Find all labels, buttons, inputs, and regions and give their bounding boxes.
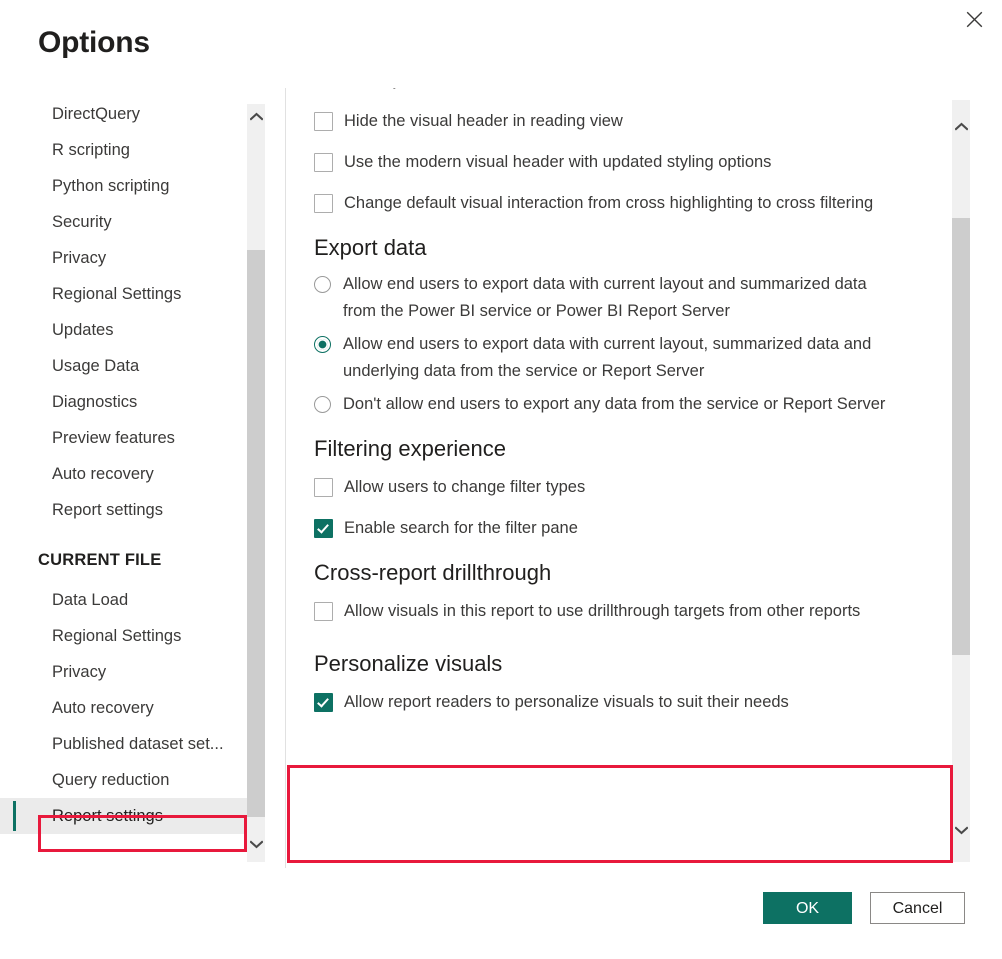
checkbox-unchecked-icon[interactable] — [314, 478, 333, 497]
sidebar-scrollbar[interactable] — [247, 104, 265, 862]
sidebar-group-current-file: CURRENT FILE — [0, 542, 247, 578]
checkbox-unchecked-icon[interactable] — [314, 112, 333, 131]
option-change-filter-types[interactable]: Allow users to change filter types — [314, 474, 952, 501]
option-export-disallow[interactable]: Don't allow end users to export any data… — [314, 391, 952, 418]
sidebar-nav-list: DirectQuery R scripting Python scripting… — [0, 96, 247, 834]
settings-content-inner: Visual options Hide the visual header in… — [286, 88, 952, 716]
section-title-personalize-visuals: Personalize visuals — [314, 625, 952, 681]
option-label: Allow end users to export data with curr… — [343, 331, 903, 385]
option-label: Allow visuals in this report to use dril… — [344, 598, 860, 625]
option-enable-filter-search[interactable]: Enable search for the filter pane — [314, 515, 952, 542]
chevron-down-icon — [250, 840, 263, 849]
section-title-visual-options: Visual options — [314, 88, 952, 94]
chevron-up-icon — [955, 122, 968, 131]
option-label: Allow end users to export data with curr… — [343, 271, 903, 325]
section-title-export-data: Export data — [314, 217, 952, 265]
sidebar-item-label: DirectQuery — [52, 105, 140, 123]
sidebar-item-privacy[interactable]: Privacy — [0, 240, 247, 276]
sidebar-item-cf-auto-recovery[interactable]: Auto recovery — [0, 690, 247, 726]
radio-unchecked-icon[interactable] — [314, 396, 331, 413]
sidebar-item-label: Auto recovery — [52, 699, 154, 717]
sidebar-item-label: Updates — [52, 321, 113, 339]
close-button[interactable] — [952, 2, 996, 36]
sidebar-item-regional-settings[interactable]: Regional Settings — [0, 276, 247, 312]
sidebar-item-label: Report settings — [52, 807, 163, 825]
option-label: Use the modern visual header with update… — [344, 149, 771, 176]
option-export-summarized-and-underlying[interactable]: Allow end users to export data with curr… — [314, 331, 952, 385]
radio-unchecked-icon[interactable] — [314, 276, 331, 293]
sidebar-item-label: Usage Data — [52, 357, 139, 375]
sidebar-scroll-thumb[interactable] — [247, 250, 265, 817]
option-allow-personalize-visuals[interactable]: Allow report readers to personalize visu… — [314, 689, 952, 716]
option-export-summarized[interactable]: Allow end users to export data with curr… — [314, 271, 952, 325]
chevron-up-icon — [250, 112, 263, 121]
section-title-filtering-experience: Filtering experience — [314, 418, 952, 466]
checkbox-checked-icon[interactable] — [314, 693, 333, 712]
sidebar-item-label: Diagnostics — [52, 393, 137, 411]
page-title: Options — [38, 24, 150, 62]
sidebar-item-label: Data Load — [52, 591, 128, 609]
sidebar-item-label: Regional Settings — [52, 285, 181, 303]
option-label: Hide the visual header in reading view — [344, 108, 623, 135]
option-label: Allow report readers to personalize visu… — [344, 689, 789, 716]
option-allow-drillthrough-targets[interactable]: Allow visuals in this report to use dril… — [314, 598, 952, 625]
sidebar: DirectQuery R scripting Python scripting… — [0, 96, 247, 886]
option-change-default-interaction[interactable]: Change default visual interaction from c… — [314, 190, 952, 217]
content-scroll-down-button[interactable] — [952, 818, 970, 842]
option-hide-visual-header[interactable]: Hide the visual header in reading view — [314, 108, 952, 135]
sidebar-item-updates[interactable]: Updates — [0, 312, 247, 348]
option-label: Allow users to change filter types — [344, 474, 585, 501]
sidebar-item-label: Regional Settings — [52, 627, 181, 645]
radio-checked-icon[interactable] — [314, 336, 331, 353]
sidebar-item-label: R scripting — [52, 141, 130, 159]
sidebar-item-cf-report-settings[interactable]: Report settings — [0, 798, 247, 834]
ok-button[interactable]: OK — [763, 892, 852, 924]
sidebar-item-label: Security — [52, 213, 112, 231]
content-scroll-thumb[interactable] — [952, 218, 970, 655]
sidebar-item-diagnostics[interactable]: Diagnostics — [0, 384, 247, 420]
sidebar-scroll-down-button[interactable] — [247, 832, 265, 856]
sidebar-item-label: Query reduction — [52, 771, 169, 789]
cancel-button[interactable]: Cancel — [870, 892, 965, 924]
content-scroll-up-button[interactable] — [952, 114, 970, 138]
sidebar-scroll-up-button[interactable] — [247, 104, 265, 128]
sidebar-item-label: Privacy — [52, 663, 106, 681]
sidebar-item-label: Python scripting — [52, 177, 169, 195]
sidebar-item-label: Preview features — [52, 429, 175, 447]
dialog-footer: OK Cancel — [0, 873, 1002, 959]
sidebar-item-cf-privacy[interactable]: Privacy — [0, 654, 247, 690]
sidebar-item-auto-recovery[interactable]: Auto recovery — [0, 456, 247, 492]
option-modern-visual-header[interactable]: Use the modern visual header with update… — [314, 149, 952, 176]
option-label: Don't allow end users to export any data… — [343, 391, 885, 418]
checkbox-unchecked-icon[interactable] — [314, 194, 333, 213]
sidebar-item-r-scripting[interactable]: R scripting — [0, 132, 247, 168]
option-label: Change default visual interaction from c… — [344, 190, 873, 217]
content-scrollbar[interactable] — [952, 100, 970, 862]
sidebar-item-cf-regional-settings[interactable]: Regional Settings — [0, 618, 247, 654]
sidebar-item-directquery[interactable]: DirectQuery — [0, 96, 247, 132]
sidebar-item-usage-data[interactable]: Usage Data — [0, 348, 247, 384]
sidebar-item-python-scripting[interactable]: Python scripting — [0, 168, 247, 204]
chevron-down-icon — [955, 826, 968, 835]
checkbox-unchecked-icon[interactable] — [314, 153, 333, 172]
sidebar-item-preview-features[interactable]: Preview features — [0, 420, 247, 456]
sidebar-item-label: Report settings — [52, 501, 163, 519]
sidebar-item-report-settings[interactable]: Report settings — [0, 492, 247, 528]
sidebar-item-published-dataset-settings[interactable]: Published dataset set... — [0, 726, 247, 762]
option-label: Enable search for the filter pane — [344, 515, 578, 542]
close-icon — [965, 10, 984, 29]
sidebar-item-label: Privacy — [52, 249, 106, 267]
checkbox-unchecked-icon[interactable] — [314, 602, 333, 621]
section-title-cross-report-drillthrough: Cross-report drillthrough — [314, 542, 952, 590]
options-dialog: Options DirectQuery R scripting Python s… — [0, 0, 1002, 959]
sidebar-item-security[interactable]: Security — [0, 204, 247, 240]
sidebar-item-data-load[interactable]: Data Load — [0, 582, 247, 618]
sidebar-item-query-reduction[interactable]: Query reduction — [0, 762, 247, 798]
sidebar-item-label: Auto recovery — [52, 465, 154, 483]
checkbox-checked-icon[interactable] — [314, 519, 333, 538]
settings-content-pane: Visual options Hide the visual header in… — [286, 88, 952, 868]
sidebar-item-label: Published dataset set... — [52, 735, 224, 753]
